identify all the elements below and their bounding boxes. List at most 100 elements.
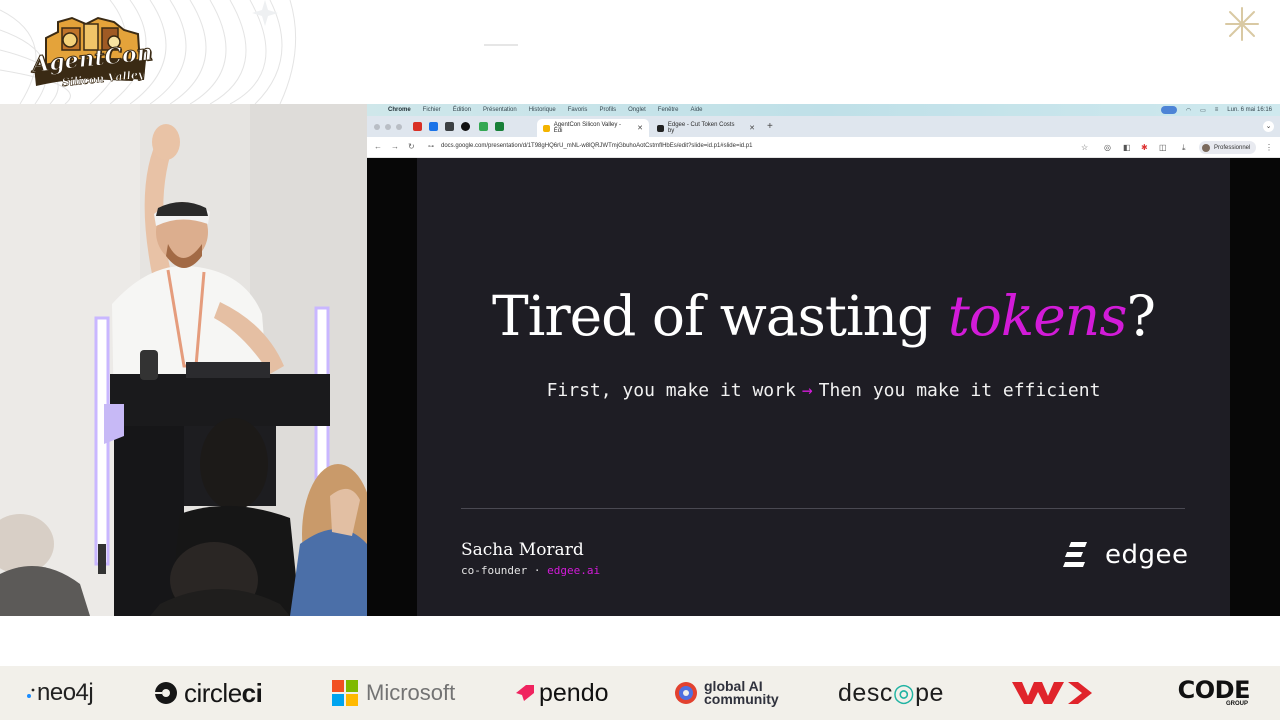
presenter-role: co-founder · edgee.ai (461, 564, 600, 577)
browser-toolbar: ← → ↻ ⊶ docs.google.com/presentation/d/1… (367, 137, 1280, 158)
global-ai-wordmark: global AI community (704, 679, 779, 707)
mac-menubar: Chrome Fichier Édition Présentation Hist… (367, 104, 1280, 116)
speaker-scene (0, 104, 367, 616)
subtitle-left: First, you make it work (546, 380, 796, 401)
screen-share-indicator-icon[interactable] (1160, 106, 1177, 114)
more-menu-icon[interactable]: ⋮ (1265, 143, 1273, 152)
sheets-tab-icon[interactable] (495, 122, 504, 131)
title-text: Tired of wasting (492, 284, 948, 348)
bookmark-star-icon[interactable]: ☆ (1081, 143, 1088, 152)
pinned-tab-icon[interactable] (445, 122, 454, 131)
spacer (0, 616, 1280, 666)
close-tab-icon[interactable]: ✕ (637, 124, 643, 132)
circleci-wordmark-a: circle (184, 677, 242, 708)
microsoft-wordmark: Microsoft (366, 680, 456, 705)
status-area: ◠ ▭ ≡ Lun. 6 mai 16:16 (1160, 106, 1272, 114)
menu-presentation[interactable]: Présentation (483, 107, 517, 113)
sheets-tab-icon[interactable] (479, 122, 488, 131)
role-text: co-founder · (461, 564, 548, 577)
menu-profils[interactable]: Profils (599, 107, 616, 113)
wifi-icon[interactable]: ◠ (1186, 107, 1191, 114)
menu-favoris[interactable]: Favoris (568, 107, 588, 113)
menu-historique[interactable]: Historique (529, 107, 556, 113)
microsoft-logo: Microsoft (332, 666, 455, 720)
menubar-clock[interactable]: Lun. 6 mai 16:16 (1227, 107, 1272, 113)
menu-onglet[interactable]: Onglet (628, 107, 646, 113)
edgee-favicon-icon (657, 124, 664, 132)
menu-fichier[interactable]: Fichier (423, 107, 441, 113)
subtitle-right: Then you make it efficient (818, 380, 1101, 401)
extensions-puzzle-icon[interactable]: ◫ (1159, 143, 1167, 152)
title-question-mark: ? (1126, 284, 1155, 348)
screen-share: Chrome Fichier Édition Présentation Hist… (367, 104, 1280, 616)
reload-icon[interactable]: ↻ (408, 142, 415, 151)
slide: Tired of wasting tokens? First, you make… (417, 158, 1230, 616)
circleci-logo: circle ci (154, 666, 263, 720)
url-bar[interactable]: docs.google.com/presentation/d/1T98gHQ6r… (441, 143, 752, 149)
slide-divider (461, 508, 1185, 509)
presentation-view: Tired of wasting tokens? First, you make… (367, 158, 1280, 616)
menu-aide[interactable]: Aide (690, 107, 702, 113)
edgee-mark-icon (1063, 542, 1087, 567)
zoom-window-icon[interactable] (396, 124, 402, 130)
pendo-logo: pendo (514, 666, 609, 720)
event-banner: AgentCon Silicon Valley (0, 0, 1280, 104)
tab-agentcon[interactable]: AgentCon Silicon Valley - Édi ✕ (537, 119, 649, 137)
extension-icon[interactable]: ✱ (1141, 143, 1148, 152)
forward-icon[interactable]: → (391, 142, 399, 151)
neo4j-graph-icon (27, 688, 35, 698)
new-tab-button[interactable]: + (767, 121, 773, 132)
global-ai-line2: community (704, 691, 779, 707)
avatar (1202, 143, 1210, 152)
site-info-icon[interactable]: ⊶ (428, 143, 434, 150)
slides-favicon-icon (543, 124, 550, 132)
back-icon[interactable]: ← (374, 142, 382, 151)
menu-fenetre[interactable]: Fenêtre (658, 107, 679, 113)
descope-wordmark-c: pe (915, 678, 944, 707)
sponsor-bar: neo4j circle ci Microsoft pendo global A… (0, 666, 1280, 720)
extension-icon[interactable]: ◎ (1104, 143, 1111, 152)
wm-logo-icon (1012, 682, 1092, 704)
close-tab-icon[interactable]: ✕ (749, 124, 755, 132)
code-group-label: GROUP (1225, 701, 1248, 707)
wm-sponsor-logo (1012, 666, 1094, 720)
tab-label: Edgee - Cut Token Costs by (667, 122, 735, 134)
pinned-tab-icon[interactable] (429, 122, 438, 131)
browser-tab-strip: AgentCon Silicon Valley - Édi ✕ Edgee - … (367, 116, 1280, 137)
profile-button[interactable]: Professionnel (1199, 141, 1257, 154)
divider (484, 44, 518, 46)
descope-wordmark-a: de (838, 678, 867, 707)
global-ai-community-logo: global AI community (674, 666, 779, 720)
microsoft-squares-icon (332, 680, 358, 706)
close-window-icon[interactable] (374, 124, 380, 130)
github-tab-icon[interactable] (461, 122, 470, 131)
menu-chrome[interactable]: Chrome (388, 107, 411, 113)
stream-frame: AgentCon Silicon Valley Chrome Fichier É… (0, 0, 1280, 720)
descope-logo: de sc ◎ pe (838, 666, 944, 720)
slide-title: Tired of wasting tokens? (417, 284, 1230, 348)
profile-label: Professionnel (1214, 144, 1251, 151)
descope-o-icon: ◎ (892, 679, 916, 707)
tab-edgee[interactable]: Edgee - Cut Token Costs by ✕ (651, 119, 761, 137)
edgee-link: edgee.ai (547, 564, 601, 577)
code-group-logo: CODE GROUP (1160, 666, 1251, 720)
battery-icon[interactable]: ▭ (1200, 107, 1206, 114)
global-ai-icon (675, 682, 697, 704)
circleci-icon (155, 682, 177, 704)
title-highlight: tokens (947, 284, 1128, 348)
sparkle-icon (1225, 7, 1259, 41)
extension-icon[interactable]: ◧ (1123, 143, 1131, 152)
pendo-wordmark: pendo (539, 678, 609, 707)
edgee-logo: edgee (1063, 540, 1189, 570)
arrow-icon: → (801, 380, 813, 401)
minimize-window-icon[interactable] (385, 124, 391, 130)
speaker-video (0, 104, 367, 616)
menu-edition[interactable]: Édition (453, 107, 471, 113)
download-icon[interactable]: ⤓ (1182, 143, 1186, 153)
control-center-icon[interactable]: ≡ (1215, 107, 1219, 113)
code-wordmark: CODE (1177, 676, 1251, 704)
neo4j-wordmark: neo4j (37, 679, 94, 706)
gmail-tab-icon[interactable] (413, 122, 422, 131)
chevron-down-icon[interactable]: ⌄ (1263, 121, 1274, 132)
presenter-name: Sacha Morard (461, 540, 584, 560)
